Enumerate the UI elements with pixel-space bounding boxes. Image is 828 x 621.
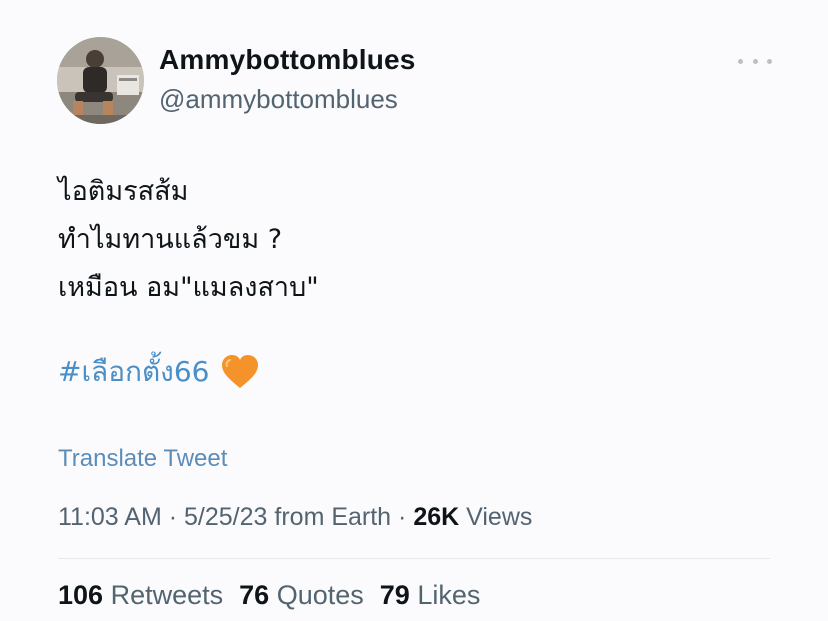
quotes-label: Quotes [276, 580, 364, 610]
more-dot [752, 58, 758, 64]
views-label: Views [466, 503, 533, 531]
tweet-meta: 11:03 AM · 5/25/23 from Earth · 26K View… [58, 503, 532, 532]
display-name[interactable]: Ammybottomblues [159, 44, 416, 76]
tweet-line: ไอติมรสส้ม [58, 176, 189, 207]
avatar-photo [57, 37, 144, 124]
likes-label: Likes [417, 580, 481, 610]
translate-tweet-link[interactable]: Translate Tweet [58, 445, 227, 473]
tweet-line: ทำไมทานแล้วขม ? [58, 224, 283, 255]
likes-stat[interactable]: 79 Likes [380, 580, 481, 611]
retweets-label: Retweets [110, 580, 224, 610]
views-count: 26K [413, 503, 460, 531]
tweet-stats: 106 Retweets 76 Quotes 79 Likes [58, 580, 480, 611]
meta-separator: · [398, 503, 407, 531]
more-options-icon[interactable] [738, 50, 772, 72]
quotes-stat[interactable]: 76 Quotes [239, 580, 364, 611]
likes-count: 79 [379, 580, 410, 610]
tweet-source: from Earth [274, 503, 392, 531]
retweets-stat[interactable]: 106 Retweets [58, 580, 223, 611]
user-handle[interactable]: @ammybottomblues [159, 84, 398, 115]
more-dot [767, 58, 772, 64]
tweet-line: เหมือน อม"แมลงสาบ" [58, 272, 319, 303]
hashtag-link[interactable]: #เลือกตั้ง66 [58, 350, 209, 394]
meta-separator: · [168, 503, 178, 531]
avatar[interactable] [57, 37, 144, 124]
tweet-card: Ammybottomblues @ammybottomblues ไอติมรส… [0, 0, 828, 621]
orange-heart-icon [221, 354, 259, 390]
divider [58, 558, 770, 559]
tweet-text: ไอติมรสส้ม ทำไมทานแล้วขม ? เหมือน อม"แมล… [58, 168, 758, 312]
hashtag-row: #เลือกตั้ง66 [58, 350, 259, 394]
tweet-date[interactable]: 5/25/23 [184, 503, 267, 531]
more-dot [738, 58, 743, 64]
retweets-count: 106 [58, 580, 104, 610]
tweet-time[interactable]: 11:03 AM [58, 503, 162, 531]
quotes-count: 76 [239, 580, 270, 610]
